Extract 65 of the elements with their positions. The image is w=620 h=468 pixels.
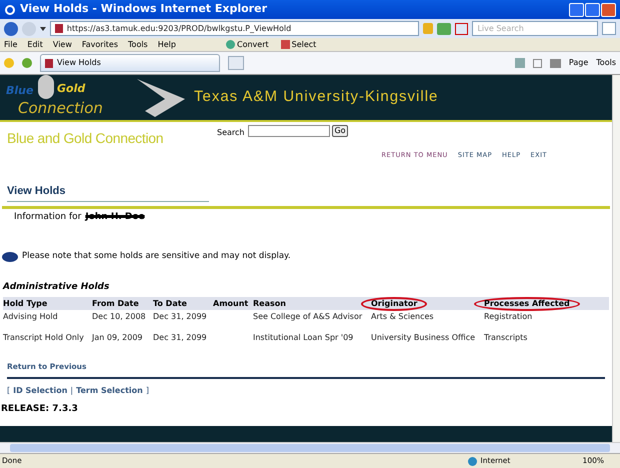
table-cell-text: Dec 10, 2008 [92,310,147,322]
search-field[interactable]: Live Search [472,21,598,36]
university-title: Texas A&M University-Kingsville [194,87,438,108]
menu-item[interactable]: Favorites [82,38,118,50]
address-field[interactable]: https://as3.tamuk.edu:9203/PROD/bwlkgstu.P_ViewHold [50,21,419,36]
table-cell-text: Transcript Hold Only [3,332,85,344]
maximize-button[interactable] [585,2,600,16]
menu-item[interactable]: Edit [27,38,43,50]
table-cell-text: Dec 31, 2099 [153,310,208,322]
table-cell-text: Jan 09, 2009 [92,332,144,344]
page-menu-button[interactable]: Page [568,57,588,69]
go-button[interactable]: Go [332,125,348,137]
page-icon [54,24,63,33]
search-label: Search [217,127,244,139]
menu-item[interactable]: File [4,38,18,50]
convert-button[interactable]: Convert [226,38,269,50]
logo-text: Gold [57,81,86,97]
minimize-button[interactable] [569,2,584,16]
site-search-field[interactable] [248,125,330,137]
tools-menu-button[interactable]: Tools [596,57,616,69]
logo-text: Blue [6,83,34,99]
table-cell-text: Transcripts [484,332,528,344]
column-header: Amount [213,298,248,308]
table-cell-text: Institutional Loan Spr '09 [253,332,354,344]
close-button[interactable] [601,2,616,16]
table-cell-text: Advising Hold [3,310,59,322]
selection-link[interactable]: ID Selection [13,384,68,396]
select-button[interactable]: Select [280,38,316,50]
release-text: RELEASE: 7.3.3 [1,402,79,416]
column-header: Processes Affected [474,296,580,310]
info-icon [2,252,18,262]
bracket-text: ] [146,384,149,396]
section-title: Administrative Holds [3,281,110,294]
column-header: From Date [92,298,139,308]
table-cell-text: Arts & Sciences [371,310,435,322]
table-cell-text: Registration [484,310,534,322]
menu-item[interactable]: Tools [128,38,148,50]
info-label: Information for [14,210,82,224]
caret-icon[interactable] [40,26,46,30]
selection-link[interactable]: Term Selection [76,384,143,396]
new-tab-button[interactable] [228,56,244,70]
table-cell-text: University Business Office [371,332,476,344]
menu-item[interactable]: View [52,38,72,50]
column-header: Reason [253,298,286,308]
menu-item[interactable]: Help [158,38,176,50]
site-title: Blue and Gold Connection [7,129,164,148]
column-header: To Date [153,298,187,308]
stop-button[interactable] [454,22,468,34]
column-header: Originator [361,296,428,310]
horizontal-scrollbar[interactable] [0,442,620,453]
separator-text: | [70,384,74,396]
search-button[interactable] [602,22,616,35]
table-cell-text: See College of A&S Advisor [253,310,364,322]
page-title: View Holds [7,184,66,197]
table-cell-text: Dec 31, 2099 [153,332,208,344]
window-title: View Holds - Windows Internet Explorer [20,1,267,18]
student-name: John H. Doe [85,210,145,224]
back-button[interactable] [4,22,18,36]
logo-text: Connection [18,99,103,118]
column-header: Hold Type [3,298,48,308]
bracket-text: [ [7,384,10,396]
note-text: Please note that some holds are sensitive and may not display. [22,250,291,263]
vertical-scrollbar[interactable] [612,75,620,442]
refresh-button[interactable] [436,22,451,34]
browser-tab[interactable]: View Holds [40,54,220,72]
